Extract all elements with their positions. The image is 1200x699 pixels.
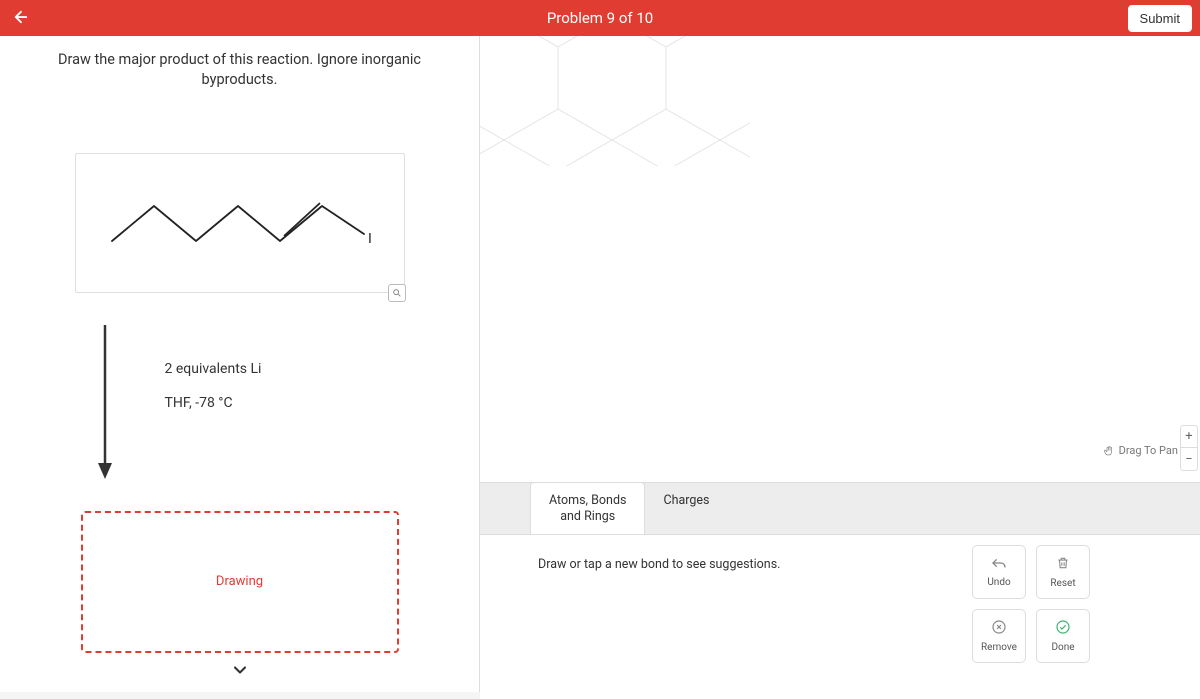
zoom-control: + − [1180, 425, 1198, 471]
reaction-arrow [75, 321, 135, 481]
drawing-dropzone[interactable]: Drawing [81, 511, 399, 653]
problem-panel: Draw the major product of this reaction.… [0, 36, 480, 692]
toolbar-tabs: Atoms, Bonds and Rings Charges [480, 483, 1200, 534]
chevron-down-icon [230, 660, 250, 680]
prompt-text: Draw the major product of this reaction.… [40, 50, 440, 91]
page-title: Problem 9 of 10 [547, 9, 653, 27]
submit-button[interactable]: Submit [1128, 5, 1192, 32]
done-button[interactable]: Done [1036, 609, 1090, 663]
undo-icon [991, 556, 1007, 574]
drag-to-pan-label: Drag To Pan [1119, 444, 1178, 457]
condition-line-1: 2 equivalents Li [165, 361, 262, 377]
drawing-label: Drawing [216, 574, 263, 589]
scroll-down-button[interactable] [230, 660, 250, 684]
reset-button[interactable]: Reset [1036, 545, 1090, 599]
tab-atoms-bonds-rings[interactable]: Atoms, Bonds and Rings [530, 482, 645, 534]
hex-grid [480, 36, 780, 186]
reaction-conditions: 2 equivalents Li THF, -78 °C [135, 321, 262, 429]
undo-button[interactable]: Undo [972, 545, 1026, 599]
tab-charges[interactable]: Charges [645, 483, 727, 534]
zoom-out-button[interactable]: − [1181, 448, 1197, 470]
back-button[interactable] [8, 4, 34, 33]
zoom-in-button[interactable]: + [1181, 426, 1197, 448]
condition-line-2: THF, -78 °C [165, 395, 262, 411]
drawing-canvas[interactable]: Drag To Pan + − [480, 36, 1200, 482]
check-circle-icon [1055, 619, 1071, 639]
svg-text:I: I [368, 231, 372, 247]
molecule-svg: I [100, 173, 380, 273]
drag-to-pan-hint: Drag To Pan [1103, 444, 1178, 457]
reagent-structure: I [75, 153, 405, 293]
topbar: Problem 9 of 10 Submit [0, 0, 1200, 36]
hand-icon [1103, 445, 1115, 457]
action-buttons: Undo Reset Remove [972, 545, 1090, 663]
trash-icon [1056, 555, 1070, 575]
zoom-icon[interactable] [388, 284, 406, 302]
arrow-left-icon [12, 8, 30, 26]
close-circle-icon [991, 619, 1007, 639]
toolbar: Atoms, Bonds and Rings Charges Draw or t… [480, 482, 1200, 692]
remove-button[interactable]: Remove [972, 609, 1026, 663]
